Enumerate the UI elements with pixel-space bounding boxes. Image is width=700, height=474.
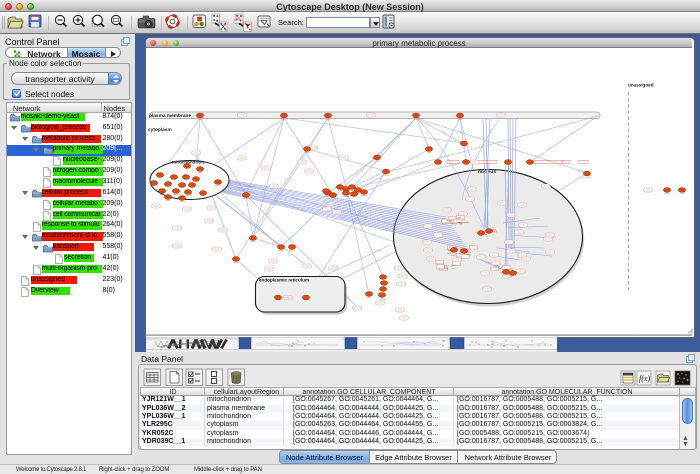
svg-text:f(x): f(x) — [639, 374, 650, 383]
